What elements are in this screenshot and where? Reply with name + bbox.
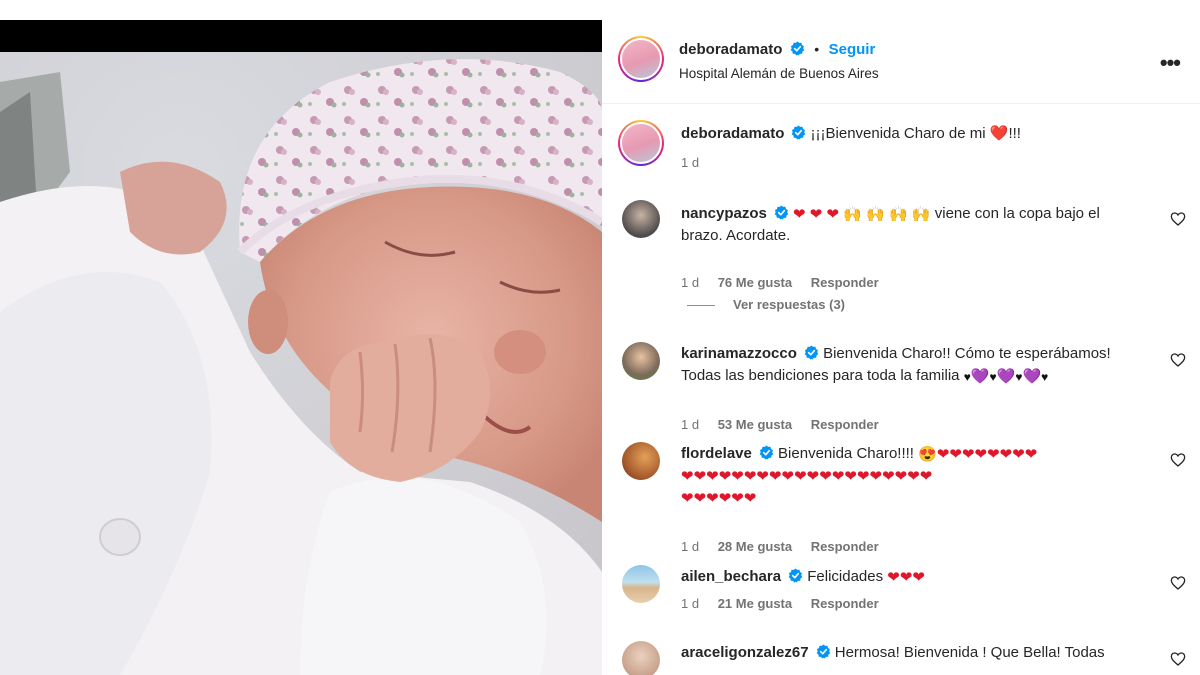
heart-emoji: ❤❤❤ — [887, 569, 925, 586]
post-photo[interactable] — [0, 20, 602, 675]
verified-badge-icon — [759, 445, 774, 460]
newborn-baby-photo — [0, 52, 602, 675]
caption-username[interactable]: deboradamato — [681, 125, 784, 142]
follow-button[interactable]: Seguir — [829, 41, 876, 58]
more-options-icon[interactable]: ••• — [1160, 50, 1181, 76]
comment-username[interactable]: karinamazzocco — [681, 345, 797, 362]
raised-hands-emoji: 🙌 — [843, 206, 862, 223]
comment-text: brazo. Acordate. — [681, 227, 791, 244]
reply-button[interactable]: Responder — [811, 596, 879, 611]
comment-time[interactable]: 1 d — [681, 417, 699, 432]
commenter-avatar[interactable] — [622, 442, 660, 480]
commenter-avatar[interactable] — [622, 641, 660, 675]
comment-text: Felicidades — [807, 568, 884, 585]
verified-badge-icon — [790, 41, 805, 56]
heart-eyes-emoji: 😍 — [918, 446, 937, 463]
reply-button[interactable]: Responder — [811, 275, 879, 290]
verified-badge-icon — [788, 568, 803, 583]
comment-username[interactable]: araceligonzalez67 — [681, 644, 809, 661]
comment-username[interactable]: nancypazos — [681, 205, 767, 222]
reply-button[interactable]: Responder — [811, 417, 879, 432]
comment-likes[interactable]: 76 Me gusta — [718, 275, 792, 290]
comment-text: Hermosa! Bienvenida ! Que Bella! Todas — [834, 644, 1105, 661]
heart-emoji-row: ❤❤❤❤❤❤ — [681, 490, 757, 507]
purple-heart-emoji: 💜 — [996, 368, 1016, 385]
replies-divider-line — [687, 305, 715, 307]
verified-badge-icon — [816, 644, 830, 659]
comment-likes[interactable]: 21 Me gusta — [718, 596, 792, 611]
heart-outline-icon[interactable] — [1170, 651, 1186, 667]
author-avatar[interactable] — [618, 120, 664, 166]
comment-text: Bienvenida Charo!! Cómo te esperábamos! — [823, 345, 1111, 362]
comment-text: Todas las bendiciones para toda la famil… — [681, 367, 960, 384]
raised-hands-emoji: 🙌 — [866, 206, 885, 223]
comment-time[interactable]: 1 d — [681, 275, 699, 290]
heart-outline-icon[interactable] — [1170, 352, 1186, 368]
view-replies-label: Ver respuestas (3) — [733, 297, 846, 312]
heart-outline-icon[interactable] — [1170, 575, 1186, 591]
black-heart-emoji: ♥ — [1015, 370, 1023, 384]
view-replies-button[interactable]: Ver respuestas (3) — [687, 297, 845, 312]
comment-likes[interactable]: 53 Me gusta — [718, 417, 792, 432]
black-heart-emoji: ♥ — [963, 370, 971, 384]
black-heart-emoji: ♥ — [989, 370, 997, 384]
comment-username[interactable]: ailen_bechara — [681, 568, 781, 585]
commenter-avatar[interactable] — [622, 200, 660, 238]
verified-badge-icon — [804, 345, 819, 360]
caption-time[interactable]: 1 d — [681, 155, 699, 170]
heart-outline-icon[interactable] — [1170, 452, 1186, 468]
raised-hands-emoji: 🙌 — [911, 206, 931, 223]
verified-badge-icon — [774, 205, 789, 220]
caption-text: ¡¡¡Bienvenida Charo de mi ❤️!!! — [810, 125, 1021, 142]
post-location[interactable]: Hospital Alemán de Buenos Aires — [679, 66, 879, 81]
purple-heart-emoji: 💜 — [1022, 368, 1042, 385]
author-avatar[interactable] — [618, 36, 664, 82]
purple-heart-emoji: 💜 — [970, 368, 990, 385]
comment-username[interactable]: flordelave — [681, 445, 752, 462]
comment-text: viene con la copa bajo el — [934, 205, 1100, 222]
post-side-panel: deboradamato • Seguir Hospital Alemán de… — [602, 20, 1200, 675]
commenter-avatar[interactable] — [622, 565, 660, 603]
comment-time[interactable]: 1 d — [681, 596, 699, 611]
raised-hands-emoji: 🙌 — [889, 206, 908, 223]
heart-emoji: ❤❤❤❤❤❤❤❤ — [936, 446, 1038, 463]
separator-dot: • — [814, 41, 820, 57]
black-heart-emoji: ♥ — [1041, 370, 1049, 384]
author-username[interactable]: deboradamato — [679, 41, 782, 58]
reply-button[interactable]: Responder — [811, 539, 879, 554]
comment-likes[interactable]: 28 Me gusta — [718, 539, 792, 554]
heart-emoji-row: ❤❤❤❤❤❤❤❤❤❤❤❤❤❤❤❤❤❤❤❤ — [681, 468, 933, 485]
post-header: deboradamato • Seguir Hospital Alemán de… — [602, 20, 1200, 104]
comment-time[interactable]: 1 d — [681, 539, 699, 554]
heart-emoji: ❤ — [826, 206, 840, 223]
heart-emoji: ❤ — [793, 206, 806, 223]
photo-black-bar — [0, 20, 602, 52]
verified-badge-icon — [792, 125, 806, 140]
heart-emoji: ❤ — [809, 206, 823, 223]
heart-outline-icon[interactable] — [1170, 211, 1186, 227]
comment-text: Bienvenida Charo!!!! — [778, 445, 914, 462]
commenter-avatar[interactable] — [622, 342, 660, 380]
